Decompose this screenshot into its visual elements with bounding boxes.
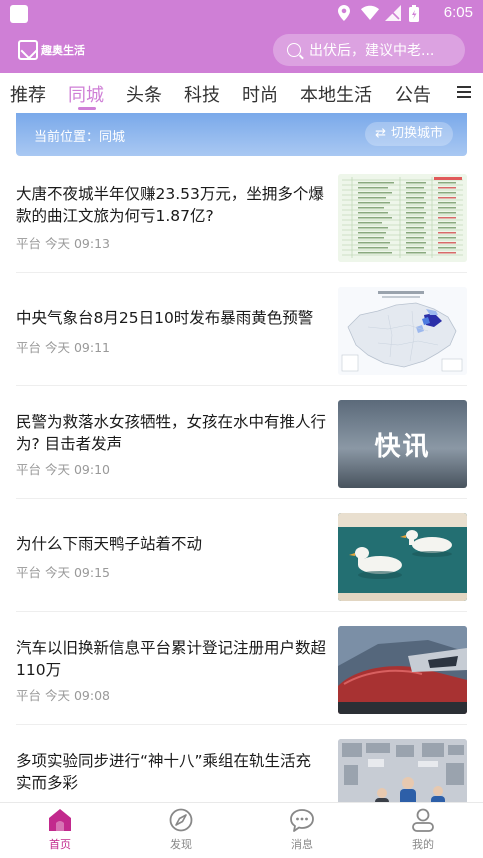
battery-icon bbox=[409, 5, 425, 22]
list-item[interactable]: 民警为救落水女孩牺牲，女孩在水中有推人行为? 目击者发声 平台 今天 09:10… bbox=[0, 386, 483, 499]
list-item[interactable]: 大唐不夜城半年仅赚23.53万元，坐拥多个爆款的曲江文旅为何亏1.87亿? 平台… bbox=[0, 160, 483, 273]
nav-label: 发现 bbox=[170, 838, 192, 851]
tab-recommend[interactable]: 推荐 bbox=[10, 81, 46, 107]
article-title: 多项实验同步进行“神十八”乘组在轨生活充实而多彩 bbox=[16, 752, 312, 792]
search-icon bbox=[287, 43, 301, 57]
tab-local-life[interactable]: 本地生活 bbox=[300, 81, 372, 107]
wifi-icon bbox=[361, 5, 379, 21]
tab-fashion[interactable]: 时尚 bbox=[242, 81, 278, 107]
logo-mark-icon bbox=[18, 40, 38, 60]
nav-discover[interactable]: 发现 bbox=[151, 807, 211, 852]
notification-icon bbox=[10, 5, 28, 23]
signal-icon bbox=[385, 5, 401, 21]
status-bar: 6:05 bbox=[0, 0, 483, 28]
switch-city-label: 切换城市 bbox=[390, 126, 443, 141]
tab-announcements[interactable]: 公告 bbox=[395, 81, 431, 107]
article-thumbnail bbox=[338, 287, 467, 375]
nav-messages[interactable]: 消息 bbox=[272, 807, 332, 852]
logo-text: 趣奥生活 bbox=[41, 44, 85, 57]
article-meta: 平台 今天 09:08 bbox=[16, 688, 110, 703]
search-placeholder: 出伏后，建议中老... bbox=[309, 43, 435, 59]
article-thumbnail: 快讯 bbox=[338, 400, 467, 488]
tab-tech[interactable]: 科技 bbox=[184, 81, 220, 107]
list-item[interactable]: 为什么下雨天鸭子站着不动 平台 今天 09:15 bbox=[0, 499, 483, 612]
article-thumbnail bbox=[338, 174, 467, 262]
list-item[interactable]: 汽车以旧换新信息平台累计登记注册用户数超110万 平台 今天 09:08 bbox=[0, 612, 483, 725]
list-item[interactable]: 中央气象台8月25日10时发布暴雨黄色预警 平台 今天 09:11 bbox=[0, 273, 483, 386]
menu-icon[interactable] bbox=[457, 86, 471, 98]
article-thumbnail bbox=[338, 513, 467, 601]
article-meta: 平台 今天 09:15 bbox=[16, 565, 110, 580]
compass-icon bbox=[169, 808, 193, 832]
location-icon bbox=[337, 5, 353, 21]
app-header: 趣奥生活 出伏后，建议中老... bbox=[0, 28, 483, 73]
status-icons bbox=[337, 5, 425, 22]
bottom-navigation: 首页 发现 消息 我的 bbox=[0, 802, 483, 858]
article-meta: 平台 今天 09:10 bbox=[16, 462, 110, 477]
tab-local-city[interactable]: 同城 bbox=[68, 81, 104, 107]
article-title: 为什么下雨天鸭子站着不动 bbox=[16, 535, 203, 553]
switch-city-button[interactable]: ⇄ 切换城市 bbox=[365, 122, 453, 146]
user-icon bbox=[412, 808, 434, 832]
nav-label: 消息 bbox=[291, 838, 313, 851]
category-tabs: 推荐 同城 头条 科技 时尚 本地生活 公告 bbox=[0, 73, 483, 113]
article-title: 中央气象台8月25日10时发布暴雨黄色预警 bbox=[16, 309, 314, 327]
swap-icon: ⇄ bbox=[375, 126, 386, 141]
nav-profile[interactable]: 我的 bbox=[393, 807, 453, 852]
active-tab-indicator bbox=[78, 107, 96, 110]
chat-icon bbox=[290, 809, 314, 832]
location-bar: 当前位置：同城 ⇄ 切换城市 bbox=[16, 113, 467, 156]
clock: 6:05 bbox=[443, 4, 473, 21]
article-thumbnail bbox=[338, 626, 467, 714]
nav-label: 首页 bbox=[49, 838, 71, 851]
tab-headlines[interactable]: 头条 bbox=[126, 81, 162, 107]
article-title: 民警为救落水女孩牺牲，女孩在水中有推人行为? 目击者发声 bbox=[16, 413, 327, 453]
nav-home[interactable]: 首页 bbox=[30, 807, 90, 852]
nav-label: 我的 bbox=[412, 838, 434, 851]
article-meta: 平台 今天 09:13 bbox=[16, 236, 110, 251]
article-title: 汽车以旧换新信息平台累计登记注册用户数超110万 bbox=[16, 639, 327, 679]
search-bar[interactable]: 出伏后，建议中老... bbox=[273, 34, 465, 66]
home-icon bbox=[49, 809, 71, 831]
article-meta: 平台 今天 09:11 bbox=[16, 340, 110, 355]
current-location: 当前位置：同城 bbox=[34, 130, 126, 145]
article-title: 大唐不夜城半年仅赚23.53万元，坐拥多个爆款的曲江文旅为何亏1.87亿? bbox=[16, 185, 324, 225]
app-logo: 趣奥生活 bbox=[18, 38, 88, 62]
thumbnail-caption: 快讯 bbox=[374, 431, 431, 462]
